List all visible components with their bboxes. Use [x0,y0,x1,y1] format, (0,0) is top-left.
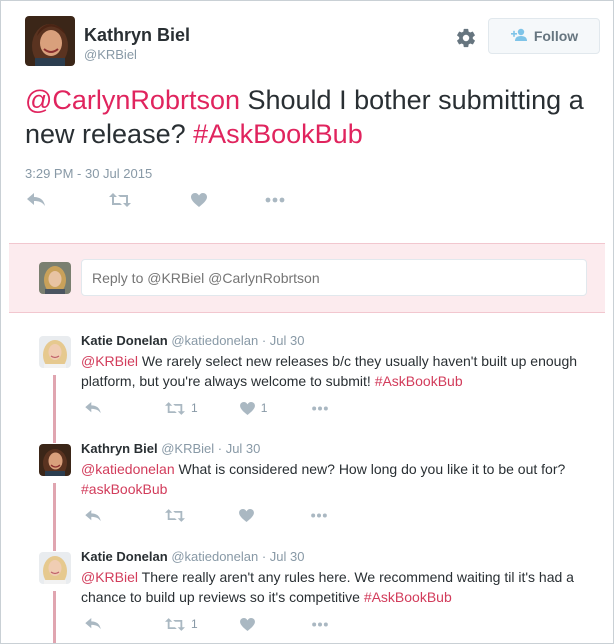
author-handle[interactable]: @KRBiel [84,47,137,62]
reply-actions: 1 1 [85,401,329,415]
mention-link[interactable]: @KRBiel [81,353,138,369]
more-icon[interactable] [310,513,328,518]
reply-icon[interactable] [85,509,101,522]
thread-line [53,539,56,551]
reply-text: @KRBiel There really aren't any rules he… [81,567,591,607]
reply-text: @KRBiel We rarely select new releases b/… [81,351,591,391]
reply-header: Katie Donelan @katiedonelan · Jul 30 [81,333,304,348]
like-icon[interactable]: 1 [239,401,268,415]
thread-line [53,431,56,443]
reply-actions [85,509,328,522]
reply-author-name[interactable]: Kathryn Biel [81,441,158,456]
reply-header: Kathryn Biel @KRBiel · Jul 30 [81,441,260,456]
reply-body: What is considered new? How long do you … [174,461,566,477]
reply-text: @katiedonelan What is considered new? Ho… [81,459,591,499]
reply-author-handle[interactable]: @katiedonelan · Jul 30 [171,333,304,348]
list-item[interactable]: Katie Donelan @katiedonelan · Jul 30 @KR… [9,539,605,643]
retweet-count: 1 [191,617,198,631]
retweet-icon[interactable]: 1 [165,617,198,631]
retweet-count: 1 [191,401,198,415]
reply-actions: 1 [85,617,329,631]
reply-body: We rarely select new releases b/c they u… [81,353,578,389]
hashtag-link[interactable]: #AskBookBub [364,589,452,605]
hashtag-link[interactable]: #AskBookBub [375,373,463,389]
timestamp[interactable]: 3:29 PM - 30 Jul 2015 [25,166,152,181]
more-icon[interactable] [311,622,329,627]
reply-author-name[interactable]: Katie Donelan [81,549,168,564]
reply-input[interactable] [81,259,587,296]
thread-line [53,591,56,643]
list-item[interactable]: Katie Donelan @katiedonelan · Jul 30 @KR… [9,323,605,431]
mention-link[interactable]: @KRBiel [81,569,138,585]
more-icon[interactable] [265,197,285,203]
add-user-icon [510,28,528,45]
like-count: 1 [260,401,268,415]
mention-link[interactable]: @CarlynRobrtson [25,85,240,115]
reply-header: Katie Donelan @katiedonelan · Jul 30 [81,549,304,564]
hashtag-link[interactable]: #askBookBub [81,481,167,497]
retweet-icon[interactable] [109,193,131,207]
mention-link[interactable]: @katiedonelan [81,461,175,477]
tweet-actions [25,193,285,207]
avatar[interactable] [39,444,71,476]
avatar[interactable] [25,16,75,66]
reply-author-handle[interactable]: @katiedonelan · Jul 30 [171,549,304,564]
reply-author-handle[interactable]: @KRBiel · Jul 30 [161,441,260,456]
more-icon[interactable] [311,406,329,411]
author-name[interactable]: Kathryn Biel [84,25,190,46]
tweet-detail-panel: Kathryn Biel @KRBiel Follow @CarlynRobrt… [0,0,614,644]
gear-icon[interactable] [455,27,477,49]
thread-line [53,375,56,431]
reply-icon[interactable] [85,618,101,630]
reply-icon[interactable] [27,193,45,207]
list-item[interactable]: Kathryn Biel @KRBiel · Jul 30 @katiedone… [9,431,605,539]
tweet-text: @CarlynRobrtson Should I bother submitti… [25,83,595,151]
retweet-icon[interactable]: 1 [165,401,198,415]
reply-box [9,243,605,313]
like-icon[interactable] [239,509,254,522]
like-icon[interactable] [239,617,255,631]
avatar [39,262,71,294]
follow-label: Follow [533,28,579,44]
like-icon[interactable] [191,193,207,207]
reply-icon[interactable] [85,402,101,414]
reply-body: There really aren't any rules here. We r… [81,569,574,605]
avatar[interactable] [39,336,71,368]
retweet-icon[interactable] [165,509,185,522]
thread-line [53,483,56,539]
avatar[interactable] [39,552,71,584]
reply-author-name[interactable]: Katie Donelan [81,333,168,348]
follow-button[interactable]: Follow [488,18,600,54]
hashtag-link[interactable]: #AskBookBub [193,119,363,149]
